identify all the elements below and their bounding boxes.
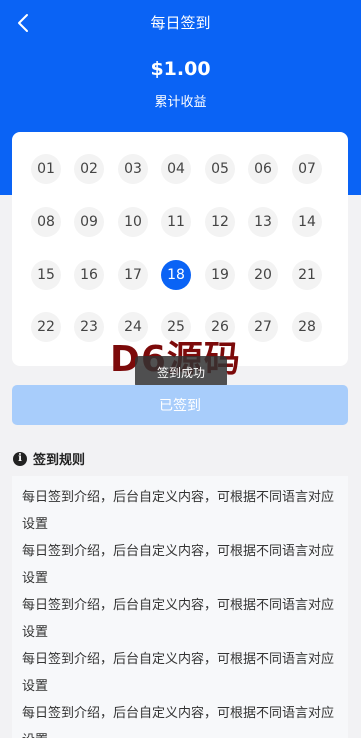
day-11[interactable]: 11	[161, 207, 191, 237]
day-04[interactable]: 04	[161, 154, 191, 184]
day-22[interactable]: 22	[31, 312, 61, 342]
day-18[interactable]: 18	[161, 260, 191, 290]
day-28[interactable]: 28	[292, 312, 322, 342]
total-earnings-amount: $1.00	[150, 58, 211, 80]
success-toast: 签到成功	[135, 356, 227, 388]
day-06[interactable]: 06	[248, 154, 278, 184]
rules-title: 签到规则	[33, 453, 86, 468]
rule-line: 每日签到介绍，后台自定义内容，可根据不同语言对应设置	[22, 490, 335, 532]
day-01[interactable]: 01	[31, 154, 61, 184]
day-05[interactable]: 05	[205, 154, 235, 184]
rule-line: 每日签到介绍，后台自定义内容，可根据不同语言对应设置	[22, 544, 335, 586]
day-12[interactable]: 12	[205, 207, 235, 237]
day-19[interactable]: 19	[205, 260, 235, 290]
rule-line: 每日签到介绍，后台自定义内容，可根据不同语言对应设置	[22, 652, 335, 694]
day-03[interactable]: 03	[118, 154, 148, 184]
day-02[interactable]: 02	[74, 154, 104, 184]
rules-content: 每日签到介绍，后台自定义内容，可根据不同语言对应设置 每日签到介绍，后台自定义内容…	[12, 476, 348, 738]
day-23[interactable]: 23	[74, 312, 104, 342]
day-07[interactable]: 07	[292, 154, 322, 184]
day-14[interactable]: 14	[292, 207, 322, 237]
day-10[interactable]: 10	[118, 207, 148, 237]
rule-line: 每日签到介绍，后台自定义内容，可根据不同语言对应设置	[22, 706, 335, 738]
day-16[interactable]: 16	[74, 260, 104, 290]
info-icon: i	[13, 451, 27, 466]
day-09[interactable]: 09	[74, 207, 104, 237]
day-17[interactable]: 17	[118, 260, 148, 290]
signed-in-button[interactable]: 已签到	[12, 385, 348, 425]
day-15[interactable]: 15	[31, 260, 61, 290]
day-13[interactable]: 13	[248, 207, 278, 237]
total-earnings-label: 累计收益	[154, 95, 207, 110]
page-title: 每日签到	[150, 14, 211, 32]
day-08[interactable]: 08	[31, 207, 61, 237]
day-21[interactable]: 21	[292, 260, 322, 290]
rules-heading: i 签到规则	[13, 449, 85, 468]
rule-line: 每日签到介绍，后台自定义内容，可根据不同语言对应设置	[22, 598, 335, 640]
day-20[interactable]: 20	[248, 260, 278, 290]
